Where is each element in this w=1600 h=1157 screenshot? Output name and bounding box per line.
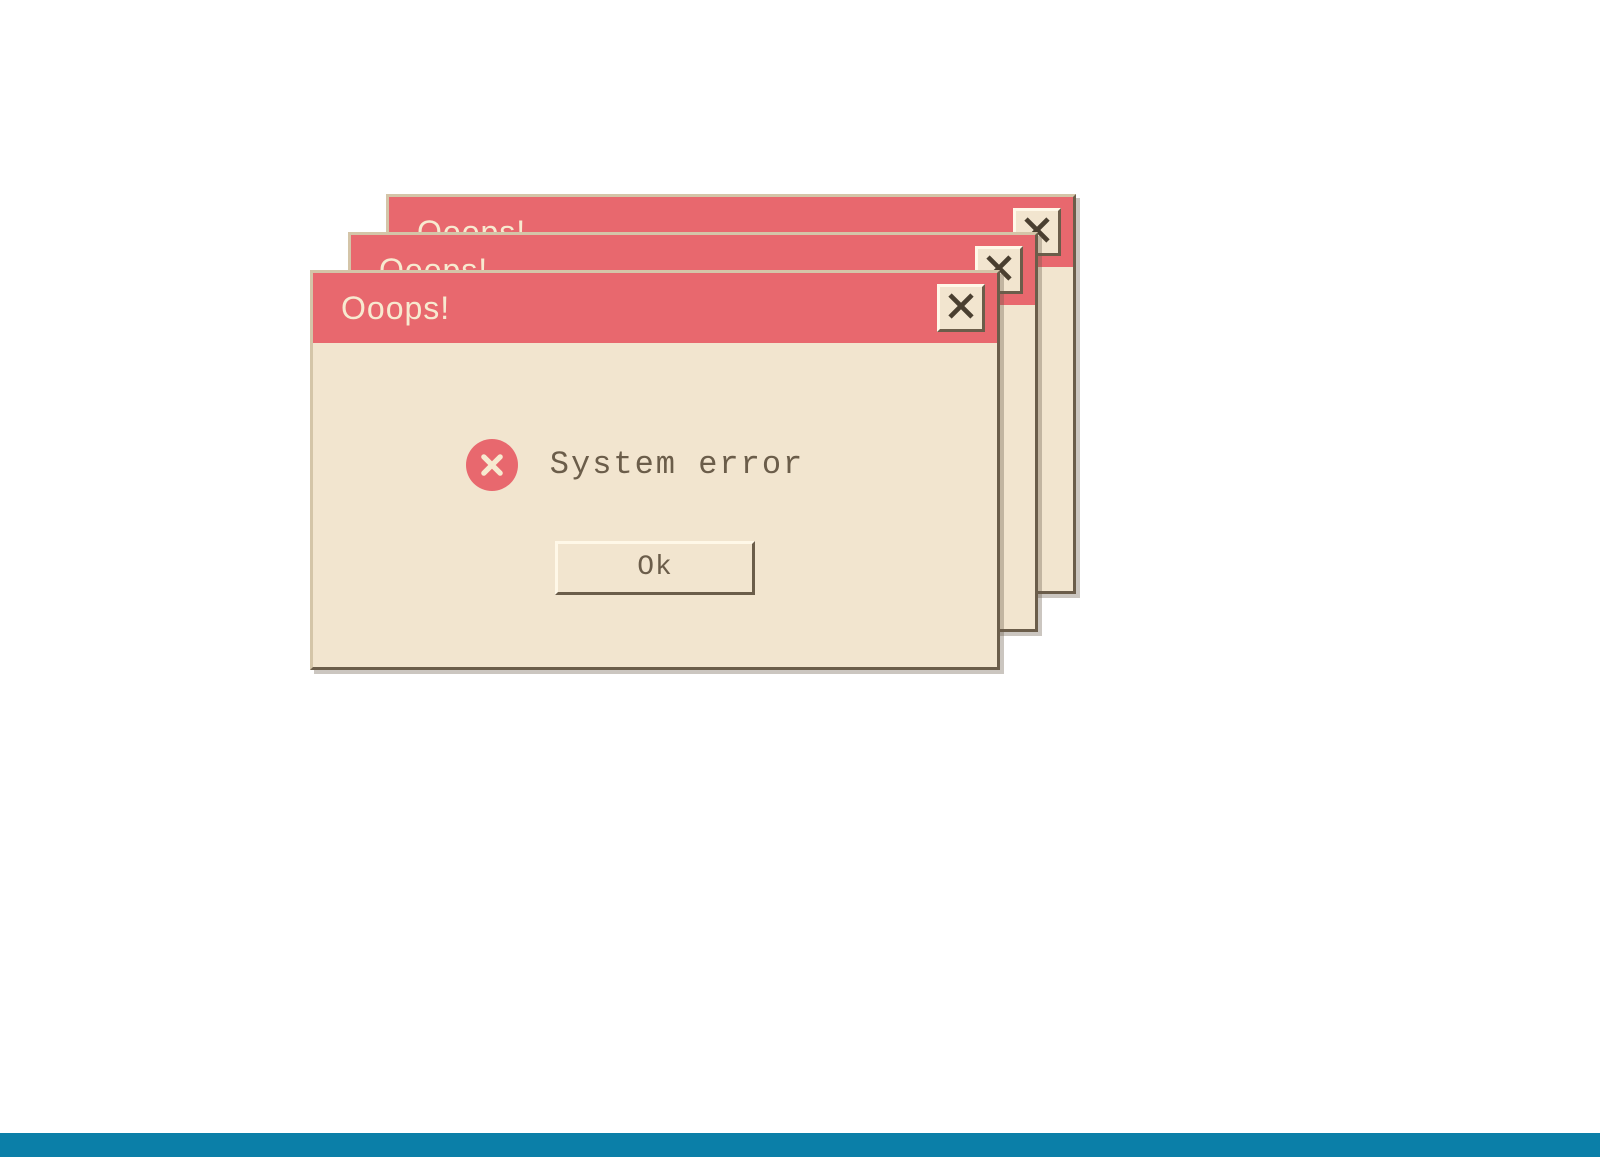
error-icon <box>466 439 518 491</box>
ok-button-label: Ok <box>637 552 673 583</box>
dialog-title: Ooops! <box>341 290 450 327</box>
error-message-row: System error <box>466 439 804 491</box>
dialog-body: System error Ok <box>313 343 997 670</box>
dialog-titlebar: Ooops! <box>313 273 997 343</box>
ok-button[interactable]: Ok <box>555 541 755 595</box>
error-dialog-front: Ooops! System error Ok <box>310 270 1000 670</box>
close-button[interactable] <box>937 284 985 332</box>
footer-bar <box>0 1133 1600 1157</box>
error-message-text: System error <box>550 446 804 483</box>
close-icon <box>947 292 975 325</box>
